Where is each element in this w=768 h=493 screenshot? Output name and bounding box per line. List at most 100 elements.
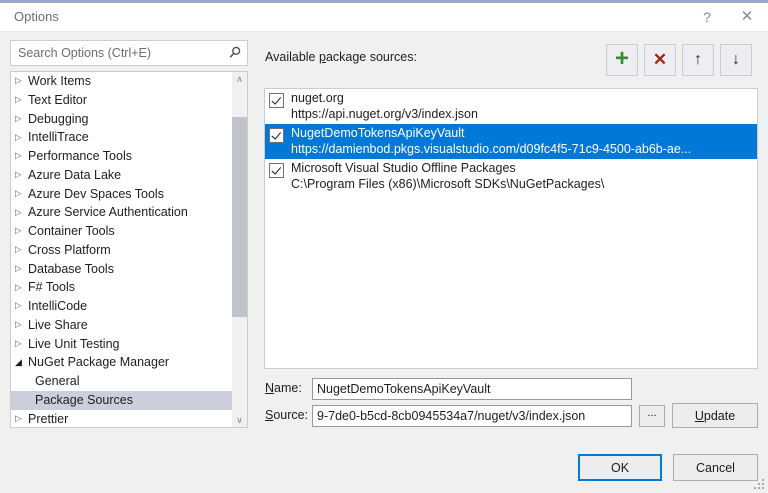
name-label: Name:	[265, 381, 302, 395]
tree-item-text-editor[interactable]: ▷Text Editor	[11, 91, 233, 110]
search-input[interactable]	[10, 40, 248, 66]
checkbox-checked-icon[interactable]	[269, 163, 284, 178]
tree-item-label: Container Tools	[28, 224, 115, 238]
resize-grip[interactable]	[754, 479, 765, 490]
tree-item-live-share[interactable]: ▷Live Share	[11, 316, 233, 335]
tree-item-performance-tools[interactable]: ▷Performance Tools	[11, 147, 233, 166]
tree-item-label: Prettier	[28, 412, 68, 426]
expand-icon[interactable]: ▷	[13, 90, 28, 109]
ok-button[interactable]: OK	[578, 454, 662, 481]
expand-icon[interactable]: ▷	[13, 128, 28, 147]
expand-icon[interactable]: ▷	[13, 146, 28, 165]
scroll-up-icon[interactable]: ∧	[232, 72, 247, 86]
remove-source-button[interactable]: ✕	[644, 44, 676, 76]
search-box	[10, 40, 248, 66]
checkbox-checked-icon[interactable]	[269, 128, 284, 143]
package-source-text: nuget.orghttps://api.nuget.org/v3/index.…	[291, 90, 755, 122]
package-source-row-microsoft-visual-studio-offline-packages[interactable]: Microsoft Visual Studio Offline Packages…	[265, 159, 757, 194]
tree-item-label: Azure Service Authentication	[28, 205, 188, 219]
options-dialog: Options ? ✕ ▷Work Items▷Text Editor▷Debu…	[0, 0, 768, 493]
tree-item-label: General	[35, 374, 79, 388]
expand-icon[interactable]: ▷	[13, 240, 28, 259]
options-tree: ▷Work Items▷Text Editor▷Debugging▷Intell…	[10, 71, 248, 428]
package-source-url: https://damienbod.pkgs.visualstudio.com/…	[291, 141, 755, 157]
expand-icon[interactable]: ▷	[13, 203, 28, 222]
expand-icon[interactable]: ▷	[13, 296, 28, 315]
scrollbar-thumb[interactable]	[232, 117, 247, 317]
plus-icon: +	[615, 45, 629, 73]
tree-item-intellitrace[interactable]: ▷IntelliTrace	[11, 128, 233, 147]
expand-icon[interactable]: ▷	[13, 184, 28, 203]
available-sources-label: Available package sources:	[265, 50, 417, 64]
tree-item-label: Live Unit Testing	[28, 337, 120, 351]
tree-item-azure-data-lake[interactable]: ▷Azure Data Lake	[11, 166, 233, 185]
expand-icon[interactable]: ▷	[13, 315, 28, 334]
expand-icon[interactable]: ▷	[13, 409, 28, 428]
browse-button[interactable]: ...	[639, 405, 665, 427]
tree-item-label: IntelliCode	[28, 299, 87, 313]
update-button[interactable]: Update	[672, 403, 758, 428]
scroll-down-icon[interactable]: ∨	[232, 413, 247, 427]
tree-item-label: Database Tools	[28, 262, 114, 276]
package-source-list: nuget.orghttps://api.nuget.org/v3/index.…	[264, 88, 758, 369]
expand-icon[interactable]: ▷	[13, 71, 28, 90]
tree-item-label: F# Tools	[28, 280, 75, 294]
title-bar[interactable]: Options ? ✕	[0, 3, 768, 32]
package-source-name: nuget.org	[291, 90, 755, 106]
package-source-row-nuget-org[interactable]: nuget.orghttps://api.nuget.org/v3/index.…	[265, 89, 757, 124]
expand-icon[interactable]: ▷	[13, 109, 28, 128]
tree-item-f-tools[interactable]: ▷F# Tools	[11, 278, 233, 297]
checkbox-checked-icon[interactable]	[269, 93, 284, 108]
source-input[interactable]	[312, 405, 632, 427]
tree-item-live-unit-testing[interactable]: ▷Live Unit Testing	[11, 335, 233, 354]
expand-icon[interactable]: ▷	[13, 278, 28, 297]
tree-item-prettier[interactable]: ▷Prettier	[11, 410, 233, 429]
window-title: Options	[14, 9, 59, 24]
source-label: Source:	[265, 408, 308, 422]
move-down-button[interactable]: ↓	[720, 44, 752, 76]
expand-icon[interactable]: ▷	[13, 221, 28, 240]
package-source-text: NugetDemoTokensApiKeyVaulthttps://damien…	[291, 125, 755, 157]
tree-item-label: Text Editor	[28, 93, 87, 107]
package-source-name: NugetDemoTokensApiKeyVault	[291, 125, 755, 141]
tree-item-work-items[interactable]: ▷Work Items	[11, 72, 233, 91]
tree-item-debugging[interactable]: ▷Debugging	[11, 110, 233, 129]
tree-scrollbar[interactable]: ∧ ∨	[232, 72, 247, 427]
package-source-url: https://api.nuget.org/v3/index.json	[291, 106, 755, 122]
tree-item-label: Performance Tools	[28, 149, 132, 163]
tree-item-label: Azure Dev Spaces Tools	[28, 187, 164, 201]
package-source-name: Microsoft Visual Studio Offline Packages	[291, 160, 755, 176]
expand-icon[interactable]: ▷	[13, 259, 28, 278]
tree-item-azure-service-authentication[interactable]: ▷Azure Service Authentication	[11, 203, 233, 222]
cancel-button[interactable]: Cancel	[673, 454, 758, 481]
expand-icon[interactable]: ▷	[13, 165, 28, 184]
arrow-up-icon: ↑	[694, 46, 702, 74]
tree-item-label: Work Items	[28, 74, 91, 88]
tree-item-label: NuGet Package Manager	[28, 355, 169, 369]
add-source-button[interactable]: +	[606, 44, 638, 76]
tree-item-cross-platform[interactable]: ▷Cross Platform	[11, 241, 233, 260]
name-input[interactable]	[312, 378, 632, 400]
tree-item-package-sources[interactable]: Package Sources	[11, 391, 248, 410]
arrow-down-icon: ↓	[732, 46, 740, 74]
tree-item-container-tools[interactable]: ▷Container Tools	[11, 222, 233, 241]
tree-item-nuget-package-manager[interactable]: ◢NuGet Package Manager	[11, 353, 233, 372]
tree-item-label: Package Sources	[35, 393, 133, 407]
tree-item-general[interactable]: General	[11, 372, 248, 391]
expand-icon[interactable]: ▷	[13, 334, 28, 353]
package-source-url: C:\Program Files (x86)\Microsoft SDKs\Nu…	[291, 176, 755, 192]
help-icon[interactable]: ?	[698, 8, 716, 26]
search-icon	[228, 46, 241, 59]
package-source-row-nugetdemotokensapikeyvault[interactable]: NugetDemoTokensApiKeyVaulthttps://damien…	[265, 124, 757, 159]
tree-item-label: Cross Platform	[28, 243, 111, 257]
close-icon[interactable]: ✕	[738, 8, 756, 26]
tree-item-intellicode[interactable]: ▷IntelliCode	[11, 297, 233, 316]
tree-item-label: Debugging	[28, 112, 88, 126]
delete-x-icon: ✕	[653, 46, 667, 74]
tree-item-label: Azure Data Lake	[28, 168, 121, 182]
tree-item-label: IntelliTrace	[28, 130, 89, 144]
collapse-icon[interactable]: ◢	[13, 353, 28, 372]
tree-item-database-tools[interactable]: ▷Database Tools	[11, 260, 233, 279]
tree-item-azure-dev-spaces-tools[interactable]: ▷Azure Dev Spaces Tools	[11, 185, 233, 204]
move-up-button[interactable]: ↑	[682, 44, 714, 76]
